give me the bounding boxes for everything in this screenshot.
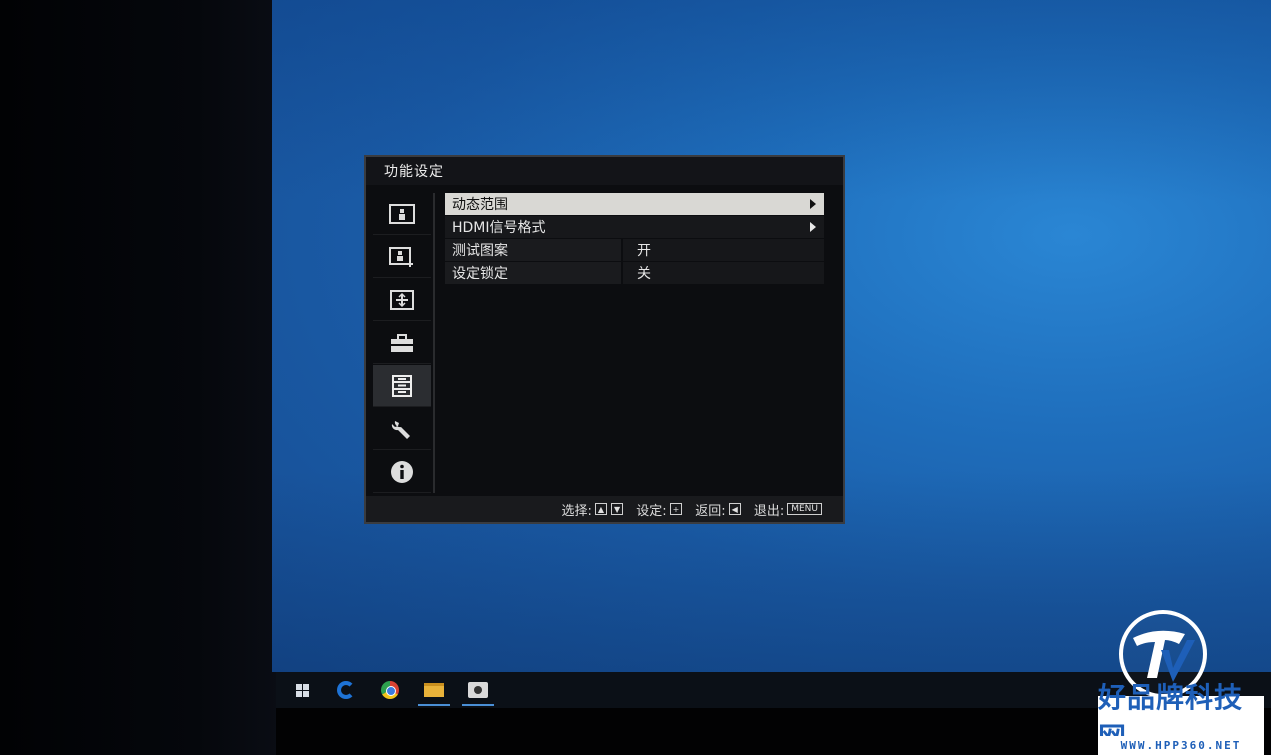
option-hdmi-signal-format[interactable]: HDMI信号格式	[445, 216, 824, 238]
chrome-icon	[381, 681, 399, 699]
taskbar-file-explorer[interactable]	[412, 672, 456, 708]
start-button[interactable]	[280, 672, 324, 708]
select-hint-label: 选择:	[561, 503, 592, 519]
picture-icon	[389, 203, 415, 225]
wrench-icon	[389, 418, 415, 440]
picture-plus-icon	[389, 246, 415, 268]
option-test-pattern[interactable]: 测试图案 开	[445, 239, 824, 261]
watermark-url: WWW.HPP360.NET	[1098, 736, 1264, 755]
submenu-arrow-icon	[810, 199, 816, 209]
enter-key-icon: +	[669, 503, 683, 515]
function-list-icon	[389, 374, 415, 397]
up-key-icon: ▲	[594, 503, 608, 515]
osd-key-guide: 选择: ▲ ▼ 设定: + 返回: ◀ 退出: MENU	[366, 496, 843, 522]
toolbox-icon	[389, 332, 415, 354]
taskbar-camera-app[interactable]	[456, 672, 500, 708]
osd-option-list: 动态范围 HDMI信号格式 测试图案 开 设定锁定 关	[445, 193, 824, 285]
submenu-arrow-icon	[810, 222, 816, 232]
watermark-brand: 好品牌科技网	[1098, 681, 1264, 754]
windows-start-icon	[295, 683, 309, 697]
option-value: 开	[623, 239, 824, 261]
menu-key-icon: MENU	[787, 503, 822, 515]
sidebar-item-picture[interactable]	[373, 193, 431, 235]
screen-adjust-icon	[389, 289, 415, 311]
camera-app-icon	[468, 682, 488, 698]
set-hint-label: 设定:	[636, 503, 667, 519]
file-explorer-icon	[424, 683, 444, 697]
exit-hint-label: 退出:	[753, 503, 785, 519]
down-key-icon: ▼	[611, 503, 624, 515]
sidebar-item-information[interactable]	[373, 451, 431, 493]
watermark-logo: 好品牌科技网 WWW.HPP360.NET	[1097, 610, 1271, 755]
back-hint-label: 返回:	[695, 503, 726, 519]
sidebar-item-advanced-picture[interactable]	[373, 236, 431, 278]
option-dynamic-range[interactable]: 动态范围	[445, 193, 824, 215]
dark-surround	[0, 0, 280, 755]
sidebar-item-installation[interactable]	[373, 408, 431, 450]
taskbar-edge[interactable]	[324, 672, 368, 708]
option-label: 测试图案	[445, 239, 621, 261]
sidebar-item-setup[interactable]	[373, 322, 431, 364]
option-label: HDMI信号格式	[445, 216, 824, 238]
sidebar-item-screen[interactable]	[373, 279, 431, 321]
option-value: 关	[623, 262, 824, 284]
info-icon	[389, 460, 415, 483]
osd-menu: 功能设定 动态范围 HDMI信号格式 测试图案 开 设定锁定 关 选择: ▲ ▼…	[364, 155, 845, 524]
osd-title: 功能设定	[366, 157, 843, 185]
osd-sidebar	[371, 193, 435, 493]
sidebar-item-function[interactable]	[373, 365, 431, 407]
option-label: 动态范围	[445, 193, 824, 215]
option-label: 设定锁定	[445, 262, 621, 284]
taskbar-chrome[interactable]	[368, 672, 412, 708]
option-settings-lock[interactable]: 设定锁定 关	[445, 262, 824, 284]
edge-icon	[337, 681, 355, 699]
left-key-icon: ◀	[728, 503, 741, 515]
